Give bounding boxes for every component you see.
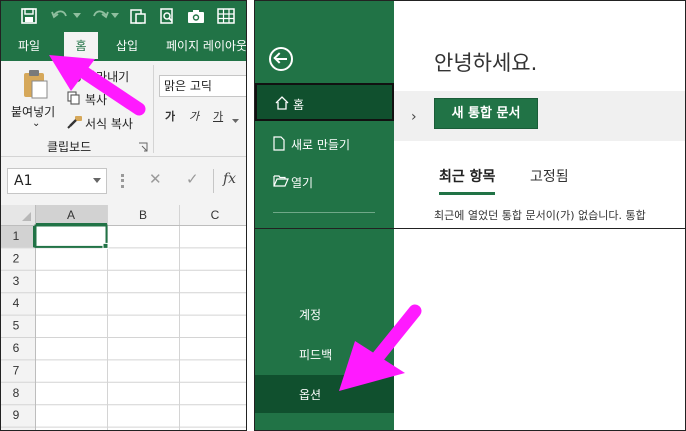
nav-feedback-label: 피드백 (299, 348, 333, 362)
nav-account-label: 계정 (299, 308, 322, 322)
bold-button[interactable]: 가 (165, 108, 175, 124)
back-arrow-icon[interactable] (269, 47, 293, 71)
tab-file[interactable]: 파일 (18, 32, 40, 61)
italic-button[interactable]: 가 (189, 108, 199, 124)
empty-recent-message: 최근에 열었던 통합 문서이(가) 없습니다. 통합 (434, 209, 646, 222)
underline-dropdown-icon[interactable] (232, 113, 239, 127)
clipboard-group-label: 클립보드 (47, 140, 92, 154)
greeting-title: 안녕하세요. (434, 51, 538, 75)
panel-gap (247, 0, 254, 431)
format-painter-label: 서식 복사 (85, 117, 133, 131)
excel-window: 파일 홈 삽입 페이지 레이아웃 붙여넣기 ⌄ 잘라내기 복사 서식 복사 클립… (0, 0, 247, 431)
name-box-dropdown-icon[interactable] (93, 178, 101, 183)
worksheet-grid[interactable]: A B C 1 2 3 4 5 6 7 8 9 (1, 205, 246, 430)
tab-recent[interactable]: 최근 항목 (439, 166, 496, 195)
new-blank-workbook-button[interactable]: 새 통합 문서 (434, 98, 538, 129)
name-box[interactable]: A1 (7, 168, 107, 194)
paste-dropdown-icon[interactable]: ⌄ (32, 118, 40, 129)
cancel-entry-button[interactable]: ✕ (149, 170, 162, 188)
paintbrush-icon (67, 115, 83, 132)
chevron-right-icon[interactable]: › (411, 109, 417, 125)
nav-separator (273, 212, 375, 213)
pointer-arrow-to-file-tab (49, 55, 146, 116)
table-icon[interactable] (215, 7, 237, 25)
group-separator (153, 65, 154, 153)
camera-icon[interactable] (186, 7, 206, 25)
panel-divider (255, 228, 685, 229)
underline-button[interactable]: 가 (213, 108, 223, 124)
formula-bar-separator (213, 169, 214, 193)
row-header-1[interactable]: 1 (13, 229, 20, 243)
home-icon (275, 96, 291, 112)
nav-open-label: 열기 (291, 176, 314, 190)
row-header-5[interactable]: 5 (13, 319, 20, 333)
pointer-arrow-to-options (339, 304, 422, 391)
row-header-6[interactable]: 6 (13, 341, 20, 355)
active-cell-a1[interactable] (34, 224, 108, 248)
row-header-4[interactable]: 4 (13, 296, 20, 310)
nav-home[interactable]: 홈 (255, 83, 394, 121)
open-folder-icon (273, 174, 289, 190)
font-name-box[interactable]: 맑은 고딕 (159, 75, 246, 97)
nav-new[interactable]: 새로 만들기 (255, 125, 394, 163)
row-header-7[interactable]: 7 (13, 363, 20, 377)
undo-dropdown-icon[interactable] (73, 7, 81, 25)
undo-icon[interactable] (49, 7, 73, 25)
row-header-3[interactable]: 3 (13, 274, 20, 288)
enter-entry-button[interactable]: ✓ (186, 170, 199, 188)
fill-handle[interactable] (102, 242, 109, 249)
column-header-c[interactable]: C (211, 208, 220, 222)
row-header-2[interactable]: 2 (13, 251, 20, 265)
backstage-home-content: 안녕하세요. › 새 통합 문서 최근 항목 고정됨 최근에 열었던 통합 문서… (394, 1, 685, 228)
new-document-icon (273, 136, 289, 152)
backstage-view: 홈 새로 만들기 열기 계정 피드백 옵션 안녕하세요. › 새 통합 문서 최… (254, 0, 686, 431)
row-header-8[interactable]: 8 (13, 386, 20, 400)
tab-pinned[interactable]: 고정됨 (530, 166, 569, 186)
nav-open[interactable]: 열기 (255, 163, 394, 201)
nav-new-label: 새로 만들기 (291, 138, 351, 152)
worksheet-grid-svg: A B C 1 2 3 4 5 6 7 8 9 (1, 205, 246, 430)
column-header-a[interactable]: A (67, 208, 75, 222)
formula-bar-grip[interactable] (121, 174, 124, 188)
formula-bar: A1 ✕ ✓ fx (1, 157, 246, 205)
save-icon[interactable] (19, 7, 39, 25)
clipboard-dialog-launcher-icon[interactable] (138, 141, 148, 152)
quick-access-toolbar (1, 1, 246, 32)
redo-dropdown-icon[interactable] (111, 7, 119, 25)
clipboard-copy-icon[interactable] (128, 7, 148, 25)
nav-home-label: 홈 (293, 98, 305, 112)
redo-icon[interactable] (87, 7, 111, 25)
tab-page-layout[interactable]: 페이지 레이아웃 (166, 32, 246, 61)
print-preview-icon[interactable] (157, 7, 177, 25)
column-header-b[interactable]: B (139, 208, 147, 222)
nav-options-label: 옵션 (299, 388, 322, 402)
insert-function-button[interactable]: fx (223, 171, 236, 187)
row-header-9[interactable]: 9 (13, 408, 20, 422)
